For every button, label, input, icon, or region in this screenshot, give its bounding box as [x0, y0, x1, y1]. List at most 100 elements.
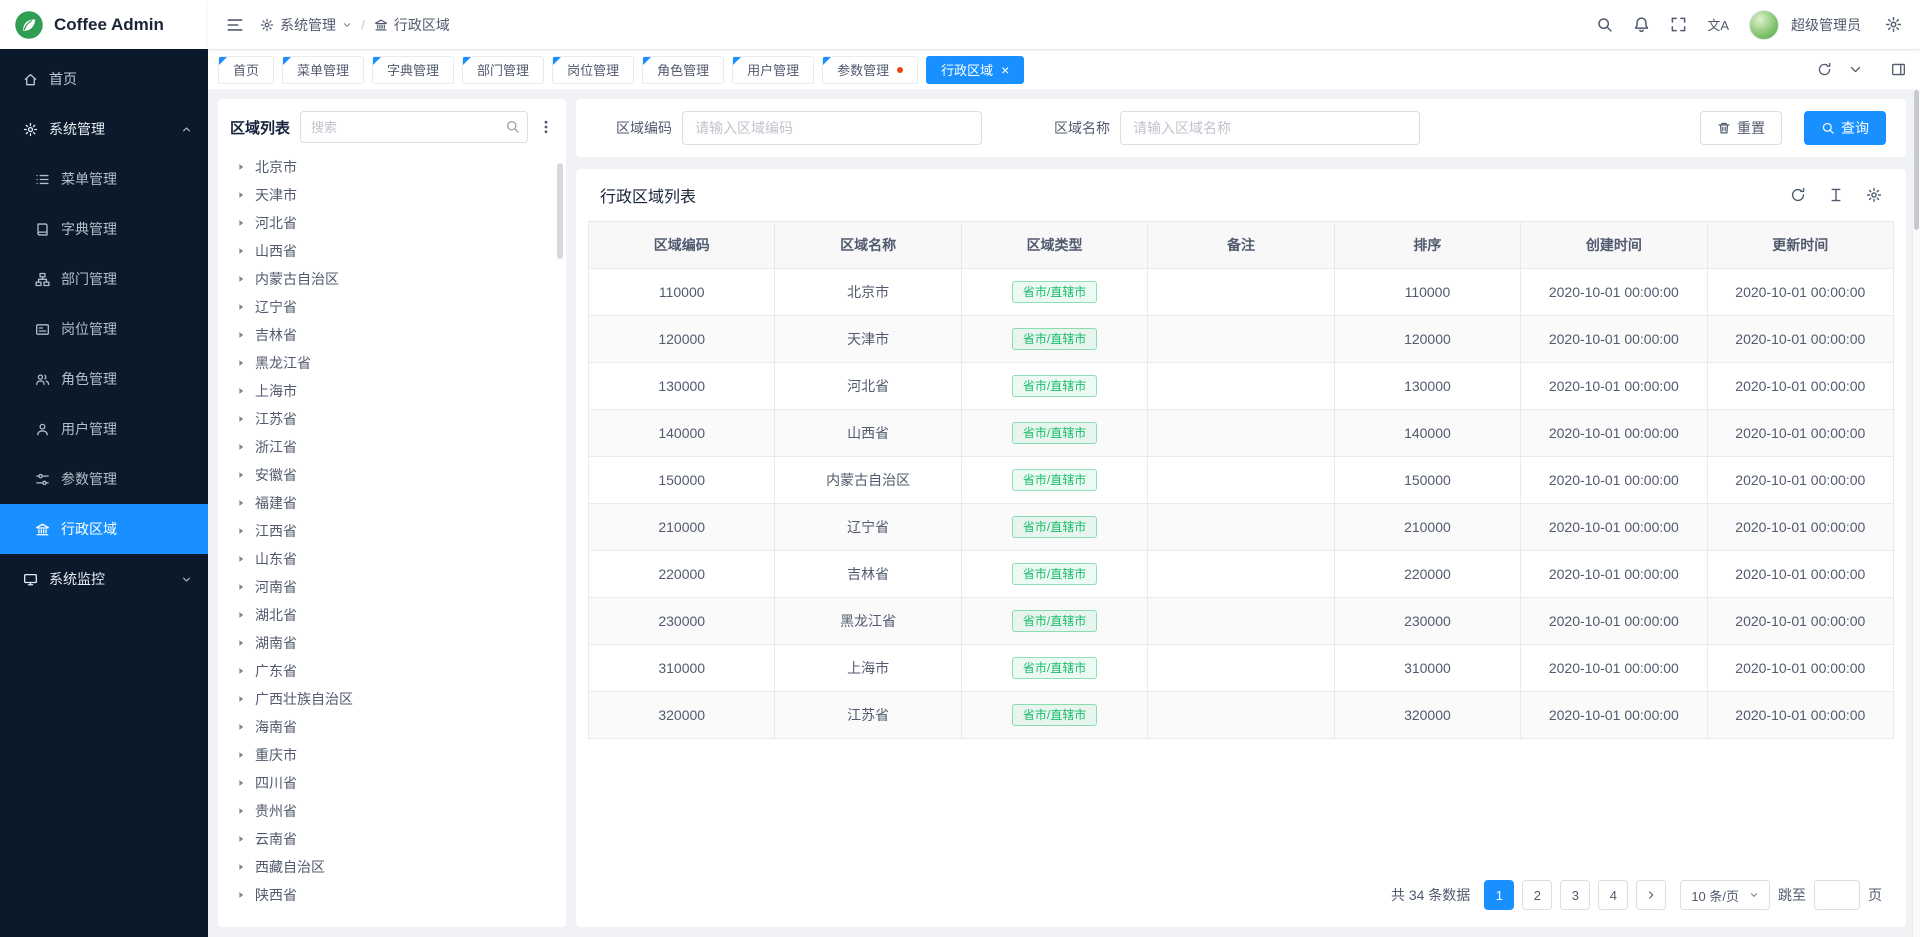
- table-row[interactable]: 220000 吉林省 省市/直辖市 220000 2020-10-01 00:0…: [589, 551, 1894, 598]
- table-row[interactable]: 140000 山西省 省市/直辖市 140000 2020-10-01 00:0…: [589, 410, 1894, 457]
- table-row[interactable]: 110000 北京市 省市/直辖市 110000 2020-10-01 00:0…: [589, 269, 1894, 316]
- caret-right-icon[interactable]: [236, 778, 246, 788]
- table-row[interactable]: 230000 黑龙江省 省市/直辖市 230000 2020-10-01 00:…: [589, 598, 1894, 645]
- sidebar-subitem[interactable]: 行政区域: [0, 504, 208, 554]
- tree-item[interactable]: 吉林省: [230, 321, 554, 349]
- table-row[interactable]: 150000 内蒙古自治区 省市/直辖市 150000 2020-10-01 0…: [589, 457, 1894, 504]
- settings-gear-icon[interactable]: [1885, 16, 1902, 33]
- tree-item[interactable]: 辽宁省: [230, 293, 554, 321]
- table-row[interactable]: 310000 上海市 省市/直辖市 310000 2020-10-01 00:0…: [589, 645, 1894, 692]
- tree-item[interactable]: 四川省: [230, 769, 554, 797]
- caret-right-icon[interactable]: [236, 190, 246, 200]
- sidebar-subitem[interactable]: 用户管理: [0, 404, 208, 454]
- tree-item[interactable]: 河北省: [230, 209, 554, 237]
- caret-right-icon[interactable]: [236, 610, 246, 620]
- tree-item[interactable]: 湖北省: [230, 601, 554, 629]
- sidebar-subitem[interactable]: 菜单管理: [0, 154, 208, 204]
- tab[interactable]: 行政区域 ×: [926, 56, 1024, 84]
- column-header[interactable]: 排序: [1335, 222, 1521, 269]
- caret-right-icon[interactable]: [236, 470, 246, 480]
- tree-item[interactable]: 山东省: [230, 545, 554, 573]
- search-icon[interactable]: [505, 119, 520, 134]
- tree-item[interactable]: 江西省: [230, 517, 554, 545]
- caret-right-icon[interactable]: [236, 330, 246, 340]
- breadcrumb-page[interactable]: 行政区域: [374, 15, 450, 35]
- caret-right-icon[interactable]: [236, 638, 246, 648]
- column-header[interactable]: 区域编码: [589, 222, 775, 269]
- sidebar-item-home[interactable]: 首页: [0, 54, 208, 104]
- page-button[interactable]: 4: [1598, 880, 1628, 910]
- caret-right-icon[interactable]: [236, 582, 246, 592]
- tree-search-input[interactable]: [300, 111, 528, 143]
- jump-page-input[interactable]: [1814, 880, 1860, 910]
- caret-right-icon[interactable]: [236, 722, 246, 732]
- bell-icon[interactable]: [1633, 16, 1650, 33]
- page-button[interactable]: 3: [1560, 880, 1590, 910]
- sidebar-subitem[interactable]: 部门管理: [0, 254, 208, 304]
- column-header[interactable]: 更新时间: [1708, 222, 1894, 269]
- tab[interactable]: 字典管理 ×: [372, 56, 454, 84]
- caret-right-icon[interactable]: [236, 302, 246, 312]
- table-row[interactable]: 130000 河北省 省市/直辖市 130000 2020-10-01 00:0…: [589, 363, 1894, 410]
- tree-scrollbar[interactable]: [557, 163, 563, 259]
- caret-right-icon[interactable]: [236, 862, 246, 872]
- sidebar-subitem[interactable]: 参数管理: [0, 454, 208, 504]
- query-button[interactable]: 查询: [1804, 111, 1886, 145]
- tree-item[interactable]: 云南省: [230, 825, 554, 853]
- page-button[interactable]: 1: [1484, 880, 1514, 910]
- row-height-icon[interactable]: [1828, 187, 1844, 203]
- caret-right-icon[interactable]: [236, 218, 246, 228]
- caret-right-icon[interactable]: [236, 386, 246, 396]
- caret-right-icon[interactable]: [236, 414, 246, 424]
- tree-item[interactable]: 福建省: [230, 489, 554, 517]
- tab[interactable]: 首页 ×: [218, 56, 274, 84]
- table-row[interactable]: 210000 辽宁省 省市/直辖市 210000 2020-10-01 00:0…: [589, 504, 1894, 551]
- reset-button[interactable]: 重置: [1700, 111, 1782, 145]
- tree-item[interactable]: 甘肃省: [230, 909, 554, 915]
- tab[interactable]: 岗位管理 ×: [552, 56, 634, 84]
- tree-item[interactable]: 重庆市: [230, 741, 554, 769]
- tree-item[interactable]: 海南省: [230, 713, 554, 741]
- tab[interactable]: 参数管理 ×: [822, 56, 918, 84]
- caret-right-icon[interactable]: [236, 694, 246, 704]
- tree-item[interactable]: 内蒙古自治区: [230, 265, 554, 293]
- page-scrollbar[interactable]: [1912, 89, 1920, 937]
- breadcrumb-group[interactable]: 系统管理: [260, 15, 352, 35]
- tree-item[interactable]: 北京市: [230, 153, 554, 181]
- table-row[interactable]: 320000 江苏省 省市/直辖市 320000 2020-10-01 00:0…: [589, 692, 1894, 739]
- caret-right-icon[interactable]: [236, 666, 246, 676]
- tree-item[interactable]: 贵州省: [230, 797, 554, 825]
- column-header[interactable]: 区域名称: [775, 222, 961, 269]
- column-settings-icon[interactable]: [1866, 187, 1882, 203]
- tree-item[interactable]: 河南省: [230, 573, 554, 601]
- caret-right-icon[interactable]: [236, 358, 246, 368]
- tree-item[interactable]: 黑龙江省: [230, 349, 554, 377]
- page-scrollbar-thumb[interactable]: [1914, 90, 1919, 230]
- next-page-button[interactable]: [1636, 880, 1666, 910]
- column-header[interactable]: 区域类型: [962, 222, 1148, 269]
- tab[interactable]: 部门管理 ×: [462, 56, 544, 84]
- panel-toggle-icon[interactable]: [1891, 62, 1906, 77]
- tree-item[interactable]: 广东省: [230, 657, 554, 685]
- region-name-input[interactable]: [1120, 111, 1420, 145]
- column-header[interactable]: 备注: [1148, 222, 1334, 269]
- sidebar-group-monitor[interactable]: 系统监控: [0, 554, 208, 604]
- tree-item[interactable]: 安徽省: [230, 461, 554, 489]
- region-code-input[interactable]: [682, 111, 982, 145]
- caret-right-icon[interactable]: [236, 526, 246, 536]
- caret-right-icon[interactable]: [236, 890, 246, 900]
- refresh-icon[interactable]: [1817, 62, 1832, 77]
- sidebar-subitem[interactable]: 岗位管理: [0, 304, 208, 354]
- tree-item[interactable]: 西藏自治区: [230, 853, 554, 881]
- caret-right-icon[interactable]: [236, 162, 246, 172]
- caret-right-icon[interactable]: [236, 498, 246, 508]
- more-options-icon[interactable]: [538, 119, 554, 135]
- tab[interactable]: 菜单管理 ×: [282, 56, 364, 84]
- caret-right-icon[interactable]: [236, 274, 246, 284]
- tab[interactable]: 角色管理 ×: [642, 56, 724, 84]
- tree-item[interactable]: 陕西省: [230, 881, 554, 909]
- tab-close-icon[interactable]: ×: [1001, 63, 1009, 77]
- page-size-select[interactable]: 10 条/页: [1680, 880, 1770, 910]
- tree-item[interactable]: 江苏省: [230, 405, 554, 433]
- sidebar-subitem[interactable]: 角色管理: [0, 354, 208, 404]
